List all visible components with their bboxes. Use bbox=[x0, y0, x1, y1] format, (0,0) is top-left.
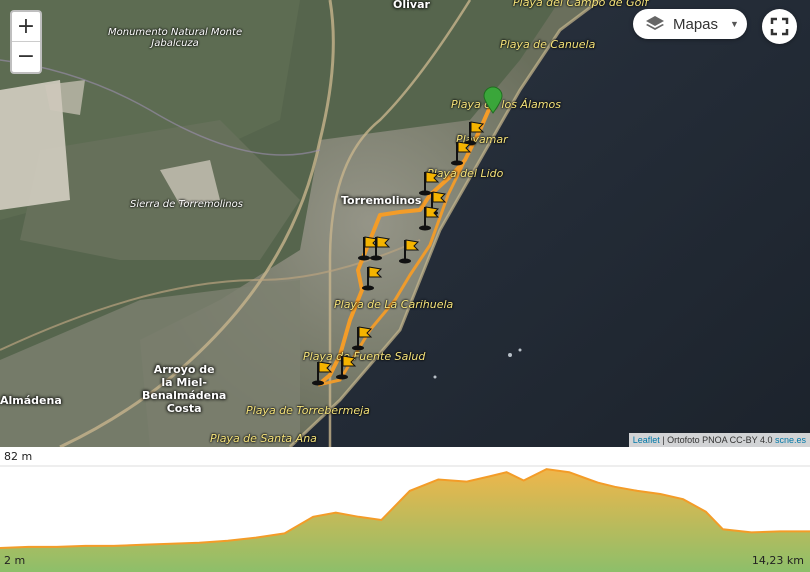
place-playa-alamos: Playa de los Álamos bbox=[451, 98, 561, 111]
fullscreen-button[interactable] bbox=[762, 9, 797, 44]
place-arroyo: Arroyo de la Miel- Benalmádena Costa bbox=[142, 363, 227, 415]
layers-icon bbox=[646, 16, 664, 30]
flag-waypoint-icon[interactable] bbox=[362, 265, 384, 291]
place-carihuela: Playa de La Carihuela bbox=[334, 298, 454, 311]
min-elevation-label: 2 m bbox=[4, 554, 26, 567]
flag-waypoint-icon[interactable] bbox=[336, 354, 358, 380]
zoom-out-button[interactable]: − bbox=[12, 42, 40, 72]
map-pin-icon[interactable] bbox=[482, 86, 504, 114]
place-playa-campo-golf: Playa del Campo de Golf bbox=[513, 0, 649, 9]
layers-label: Mapas bbox=[673, 15, 719, 33]
place-santa-ana: Playa de Santa Ana bbox=[210, 432, 317, 445]
place-torremolinos: Torremolinos bbox=[341, 194, 422, 207]
place-sierra: Sierra de Torremolinos bbox=[130, 199, 243, 210]
elevation-area bbox=[0, 469, 810, 572]
distance-label: 14,23 km bbox=[751, 554, 804, 567]
credit-link[interactable]: scne.es bbox=[775, 435, 806, 445]
flag-waypoint-icon[interactable] bbox=[419, 205, 441, 231]
place-playa-canuela: Playa de Canuela bbox=[500, 38, 596, 51]
satellite-basemap bbox=[0, 0, 810, 447]
map-view[interactable]: Olivar Playa del Campo de Golf Monumento… bbox=[0, 0, 810, 447]
attribution: Leaflet | Ortofoto PNOA CC-BY 4.0 scne.e… bbox=[628, 433, 810, 447]
flag-waypoint-icon[interactable] bbox=[352, 325, 374, 351]
elevation-chart bbox=[0, 465, 810, 572]
place-almadena: Almádena bbox=[0, 394, 62, 407]
place-torrebermeja: Playa de Torrebermeja bbox=[246, 404, 370, 417]
place-olivar: Olivar bbox=[393, 0, 430, 11]
zoom-control: + − bbox=[10, 10, 42, 74]
flag-waypoint-icon[interactable] bbox=[399, 238, 421, 264]
leaflet-link[interactable]: Leaflet bbox=[633, 435, 660, 445]
max-elevation-label: 82 m bbox=[4, 450, 33, 463]
zoom-in-button[interactable]: + bbox=[12, 12, 40, 42]
place-monumento: Monumento Natural Monte Jabalcuza bbox=[108, 27, 243, 49]
flag-waypoint-icon[interactable] bbox=[451, 140, 473, 166]
elevation-profile[interactable]: 82 m 2 m 14,23 km bbox=[0, 447, 810, 572]
flag-waypoint-icon[interactable] bbox=[312, 360, 334, 386]
chevron-down-icon: ▼ bbox=[730, 19, 739, 29]
flag-waypoint-icon[interactable] bbox=[370, 235, 392, 261]
attribution-text: | Ortofoto PNOA CC-BY 4.0 bbox=[659, 435, 775, 445]
fullscreen-icon bbox=[770, 17, 789, 36]
layers-button[interactable]: Mapas ▼ bbox=[633, 9, 747, 39]
